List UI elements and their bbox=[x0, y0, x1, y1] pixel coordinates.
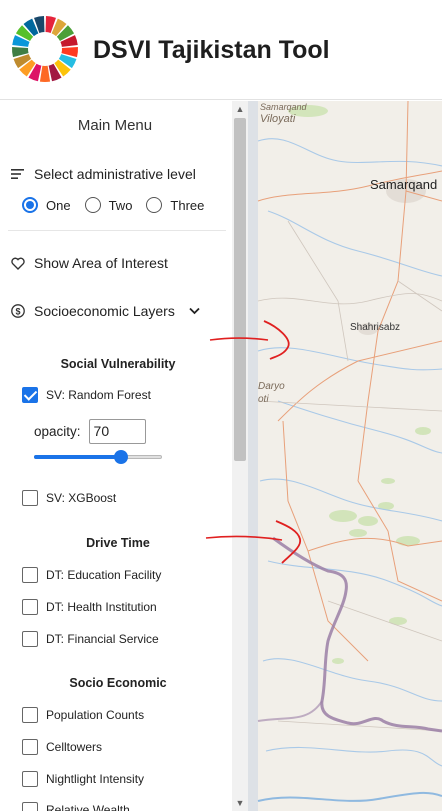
dollar-circle-icon: $ bbox=[10, 303, 26, 319]
checkbox-dt-health[interactable] bbox=[22, 599, 38, 615]
admin-level-option-three[interactable]: Three bbox=[146, 197, 204, 213]
layer-label: DT: Financial Service bbox=[46, 632, 159, 646]
layer-label: Relative Wealth bbox=[46, 803, 130, 811]
section-drive-time: Drive Time bbox=[86, 536, 150, 550]
layer-celltowers[interactable]: Celltowers bbox=[22, 739, 102, 755]
layer-dt-education[interactable]: DT: Education Facility bbox=[22, 567, 161, 583]
radio-three-label: Three bbox=[170, 197, 205, 213]
scroll-up-arrow-icon[interactable]: ▲ bbox=[235, 104, 245, 114]
app-title: DSVI Tajikistan Tool bbox=[93, 36, 330, 64]
app-header: DSVI Tajikistan Tool bbox=[0, 0, 442, 100]
map-label-samarqand: Samarqand bbox=[370, 177, 438, 192]
slider-fill bbox=[34, 455, 121, 459]
checkbox-dt-education[interactable] bbox=[22, 567, 38, 583]
map-label-viloyati: Viloyati bbox=[260, 113, 296, 125]
admin-level-label: Select administrative level bbox=[34, 166, 196, 182]
layer-dt-health[interactable]: DT: Health Institution bbox=[22, 599, 157, 615]
admin-level-header: Select administrative level bbox=[10, 166, 196, 182]
map-label-shahrisabz: Shahrisabz bbox=[350, 322, 401, 333]
checkbox-population-counts[interactable] bbox=[22, 707, 38, 723]
radio-two[interactable] bbox=[84, 197, 101, 213]
opacity-label: opacity: bbox=[34, 424, 81, 439]
menu-divider bbox=[8, 230, 226, 231]
checkbox-nightlight[interactable] bbox=[22, 771, 38, 787]
checkbox-sv-xgboost[interactable] bbox=[22, 490, 38, 506]
checkbox-sv-random-forest[interactable] bbox=[22, 387, 38, 403]
sdg-wheel-segment bbox=[39, 65, 51, 82]
opacity-slider[interactable] bbox=[34, 450, 162, 464]
radio-two-label: Two bbox=[108, 197, 133, 213]
map-label-oti: oti bbox=[258, 394, 269, 405]
layer-nightlight[interactable]: Nightlight Intensity bbox=[22, 771, 144, 787]
show-area-of-interest-label: Show Area of Interest bbox=[34, 255, 168, 271]
chevron-down-icon[interactable] bbox=[189, 307, 200, 315]
socioeconomic-layers-toggle[interactable]: $ Socioeconomic Layers bbox=[10, 303, 200, 319]
map-label-daryo: Daryo bbox=[258, 381, 285, 392]
main-menu-sidebar: Main Menu Select administrative level On… bbox=[0, 101, 232, 811]
map-tiles[interactable] bbox=[248, 101, 442, 811]
show-area-of-interest[interactable]: Show Area of Interest bbox=[10, 255, 168, 271]
layer-label: Celltowers bbox=[46, 740, 103, 754]
radio-three[interactable] bbox=[146, 197, 163, 213]
layer-population-counts[interactable]: Population Counts bbox=[22, 707, 144, 723]
layer-label: Population Counts bbox=[46, 708, 145, 722]
layer-label: DT: Education Facility bbox=[46, 568, 162, 582]
admin-level-option-one[interactable]: One bbox=[22, 197, 71, 213]
layer-label: DT: Health Institution bbox=[46, 600, 157, 614]
svg-text:$: $ bbox=[15, 306, 20, 316]
scroll-thumb[interactable] bbox=[234, 118, 246, 461]
layer-label: Nightlight Intensity bbox=[46, 772, 145, 786]
layer-label: SV: XGBoost bbox=[46, 491, 117, 505]
checkbox-celltowers[interactable] bbox=[22, 739, 38, 755]
checkbox-dt-financial[interactable] bbox=[22, 631, 38, 647]
admin-level-radio-group: One Two Three bbox=[22, 197, 218, 213]
layer-sv-xgboost[interactable]: SV: XGBoost bbox=[22, 490, 116, 506]
map-label-top-partial: Samarqand bbox=[260, 102, 307, 112]
layer-sv-random-forest[interactable]: SV: Random Forest bbox=[22, 387, 151, 403]
map-view[interactable]: Viloyati Samarqand Samarqand Shahrisabz … bbox=[248, 101, 442, 811]
radio-one[interactable] bbox=[22, 197, 38, 213]
slider-thumb[interactable] bbox=[113, 450, 128, 464]
section-socio-economic: Socio Economic bbox=[69, 676, 167, 690]
opacity-control: opacity: 70 bbox=[34, 419, 146, 444]
radio-one-label: One bbox=[46, 197, 71, 213]
sdg-wheel-logo bbox=[11, 16, 78, 82]
checkbox-relative-wealth[interactable] bbox=[22, 802, 38, 811]
section-social-vulnerability: Social Vulnerability bbox=[60, 357, 176, 371]
admin-level-option-two[interactable]: Two bbox=[84, 197, 133, 213]
scroll-down-arrow-icon[interactable]: ▼ bbox=[235, 798, 245, 808]
lines-icon bbox=[10, 166, 26, 182]
sidebar-scrollbar[interactable]: ▲ ▼ bbox=[232, 101, 248, 811]
layer-relative-wealth[interactable]: Relative Wealth bbox=[22, 802, 130, 811]
layer-label: SV: Random Forest bbox=[46, 388, 151, 402]
main-menu-title: Main Menu bbox=[77, 117, 153, 134]
layer-dt-financial[interactable]: DT: Financial Service bbox=[22, 631, 159, 647]
heart-icon bbox=[10, 255, 26, 271]
opacity-input[interactable]: 70 bbox=[88, 419, 146, 444]
socioeconomic-layers-label: Socioeconomic Layers bbox=[34, 303, 175, 319]
